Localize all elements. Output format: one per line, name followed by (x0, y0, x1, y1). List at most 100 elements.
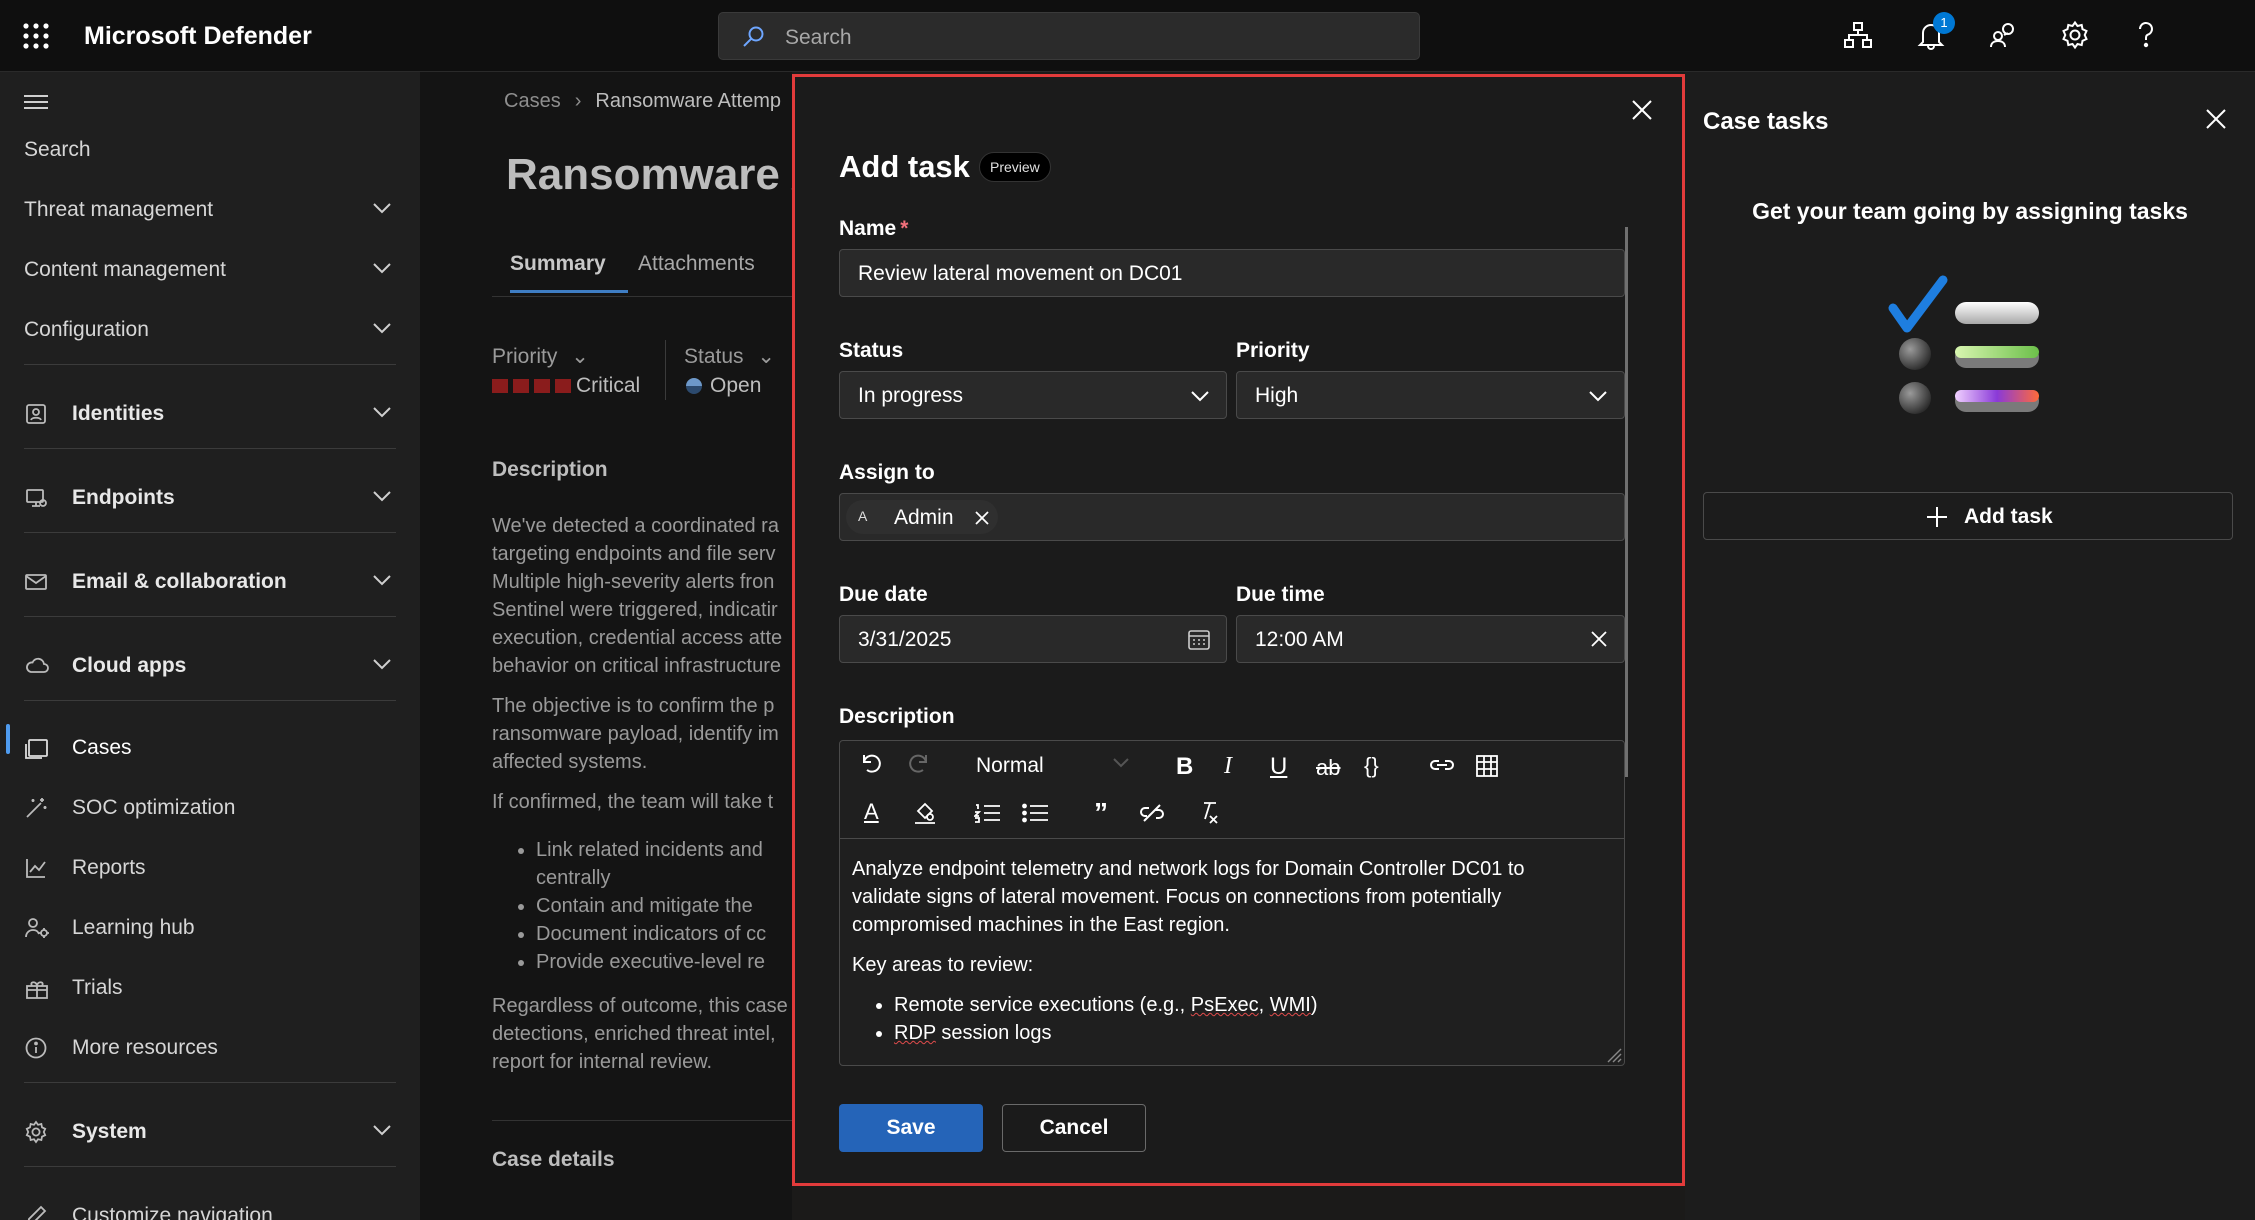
scrollbar[interactable] (1625, 227, 1628, 777)
add-task-label: Add task (1964, 505, 2053, 528)
description-rich-text-editor[interactable]: Normal B I U ab {} A ” Analyze endpoint … (839, 740, 1625, 1066)
priority-dropdown[interactable]: Priority ⌄ (492, 344, 589, 369)
chevron-down-icon (372, 574, 392, 586)
nav-section-label: Endpoints (72, 486, 175, 509)
empty-state-message: Get your team going by assigning tasks (1752, 198, 2188, 224)
trials-icon (24, 976, 50, 1000)
preview-badge: Preview (979, 152, 1051, 182)
status-dropdown[interactable]: In progress (839, 371, 1227, 419)
tab-attachments[interactable]: Attachments (638, 252, 755, 276)
nav-group-label: Configuration (24, 318, 149, 341)
status-dropdown[interactable]: Status ⌄ (684, 344, 775, 369)
assign-to-picker[interactable]: A Admin (839, 493, 1625, 541)
nav-customize-navigation[interactable]: Customize navigation (0, 1188, 420, 1220)
nav-item-cases[interactable]: Cases (0, 720, 420, 776)
global-search-input[interactable]: Search (718, 12, 1420, 60)
case-details-heading[interactable]: Case details (492, 1148, 615, 1172)
nav-item-more-resources[interactable]: More resources (0, 1020, 420, 1076)
soc-icon (24, 796, 48, 820)
link-icon[interactable] (1428, 755, 1460, 787)
name-input[interactable]: Review lateral movement on DC01 (839, 249, 1625, 297)
nav-group-content-management[interactable]: Content management (0, 242, 420, 298)
help-icon[interactable] (2134, 20, 2166, 52)
bold-icon[interactable]: B (1176, 753, 1193, 781)
app-title[interactable]: Microsoft Defender (84, 22, 312, 51)
org-chart-icon[interactable] (1843, 20, 1875, 52)
severity-bar (555, 379, 571, 394)
underline-icon[interactable]: U (1270, 753, 1287, 781)
quote-icon[interactable]: ” (1094, 797, 1108, 829)
resize-handle-icon[interactable] (1606, 1047, 1622, 1063)
nav-item-reports[interactable]: Reports (0, 840, 420, 896)
table-icon[interactable] (1476, 755, 1508, 787)
cancel-button[interactable]: Cancel (1002, 1104, 1146, 1152)
search-icon (741, 25, 765, 49)
app-launcher-icon[interactable] (22, 22, 50, 50)
description-heading: Description (492, 458, 608, 481)
clear-icon[interactable] (1590, 630, 1608, 648)
text-style-dropdown[interactable]: Normal (976, 754, 1044, 778)
info-icon (24, 1036, 48, 1060)
strikethrough-icon[interactable]: ab (1316, 755, 1340, 781)
name-label-text: Name (839, 217, 897, 240)
system-gear-icon (24, 1120, 48, 1144)
due-date-value: 3/31/2025 (858, 628, 952, 651)
nav-section-endpoints[interactable]: Endpoints (0, 470, 420, 526)
text-line: execution, credential access atte (492, 627, 783, 649)
nav-section-identities[interactable]: Identities (0, 386, 420, 442)
nav-group-configuration[interactable]: Configuration (0, 302, 420, 358)
close-icon[interactable] (2205, 108, 2227, 130)
nav-group-threat-management[interactable]: Threat management (0, 182, 420, 238)
cloud-icon (24, 654, 50, 676)
nav-search-label: Search (24, 138, 91, 161)
bullet-list-icon[interactable] (1022, 803, 1054, 835)
required-asterisk: * (900, 217, 909, 240)
nav-item-soc-optimization[interactable]: SOC optimization (0, 780, 420, 836)
nav-search[interactable]: Search (0, 122, 420, 178)
due-date-input[interactable]: 3/31/2025 (839, 615, 1227, 663)
tab-summary[interactable]: Summary (510, 252, 606, 276)
nav-divider (24, 532, 396, 533)
nav-section-system[interactable]: System (0, 1104, 420, 1160)
field-divider (665, 340, 666, 400)
hamburger-menu-icon[interactable] (24, 94, 48, 110)
undo-icon[interactable] (858, 751, 890, 783)
clear-formatting-icon[interactable] (1196, 799, 1228, 831)
font-color-icon[interactable]: A (864, 799, 879, 825)
close-icon[interactable] (1631, 99, 1653, 121)
nav-item-learning-hub[interactable]: Learning hub (0, 900, 420, 956)
description-content[interactable]: Analyze endpoint telemetry and network l… (852, 855, 1612, 1047)
add-task-button[interactable]: Add task (1703, 492, 2233, 540)
chevron-down-icon: ⌄ (757, 345, 775, 368)
remove-assignee-icon[interactable] (974, 510, 990, 526)
unlink-icon[interactable] (1138, 803, 1170, 835)
nav-item-label: Reports (72, 856, 146, 879)
description-paragraph: If confirmed, the team will take t (492, 788, 792, 816)
chevron-down-icon (372, 490, 392, 502)
calendar-icon[interactable] (1188, 630, 1210, 650)
nav-section-label: Identities (72, 402, 165, 425)
numbered-list-icon[interactable] (974, 803, 1006, 835)
breadcrumb-cases-link[interactable]: Cases (504, 90, 561, 112)
text-line: compromised machines in the East region. (852, 914, 1230, 936)
text-line: We've detected a coordinated ra (492, 515, 779, 537)
status-value-text: Open (710, 374, 762, 397)
priority-dropdown[interactable]: High (1236, 371, 1625, 419)
severity-bar (534, 379, 550, 394)
task-checklist-illustration (1885, 272, 2055, 432)
save-button[interactable]: Save (839, 1104, 983, 1152)
nav-section-cloud-apps[interactable]: Cloud apps (0, 638, 420, 694)
redo-icon[interactable] (906, 751, 938, 783)
editor-toolbar: Normal B I U ab {} A ” (840, 741, 1624, 839)
code-block-icon[interactable]: {} (1364, 753, 1379, 779)
chevron-down-icon (372, 262, 392, 274)
nav-section-email-collaboration[interactable]: Email & collaboration (0, 554, 420, 610)
highlight-color-icon[interactable] (912, 801, 944, 833)
nav-item-trials[interactable]: Trials (0, 960, 420, 1016)
text-line: detections, enriched threat intel, (492, 1023, 776, 1045)
settings-gear-icon[interactable] (2060, 20, 2092, 52)
italic-icon[interactable]: I (1224, 753, 1232, 780)
due-time-input[interactable]: 12:00 AM (1236, 615, 1625, 663)
chevron-down-icon (1190, 390, 1210, 402)
community-icon[interactable] (1988, 20, 2020, 52)
